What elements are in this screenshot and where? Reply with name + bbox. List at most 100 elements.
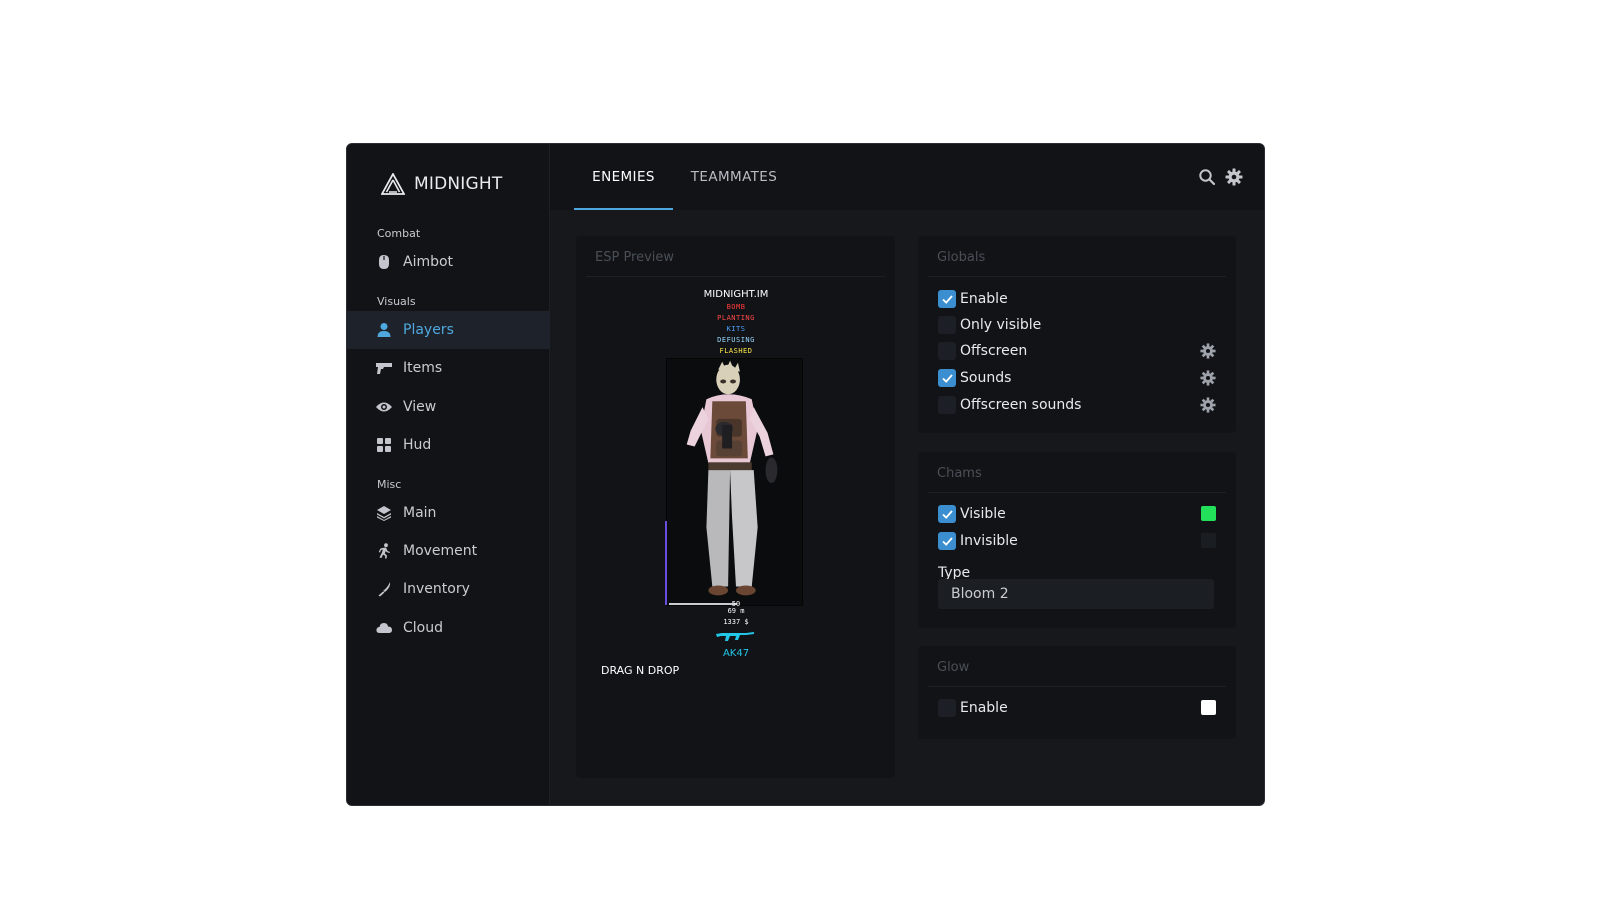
player-model-image	[686, 360, 778, 596]
main-content: ENEMIES TEAMMATES ESP Preview MIDNIGHT.I…	[550, 144, 1264, 805]
option-invisible: Invisible	[938, 531, 1216, 551]
brand: MIDNIGHT	[381, 173, 502, 195]
sidebar-item-label: Items	[403, 360, 443, 376]
midnight-logo-icon	[381, 173, 405, 195]
option-glow-enable: Enable	[938, 698, 1216, 718]
esp-flag-planting: PLANTING	[717, 314, 755, 322]
option-enable: Enable	[938, 289, 1216, 309]
offscreen-sounds-checkbox[interactable]	[938, 396, 956, 414]
option-label: Sounds	[960, 370, 1012, 386]
enable-checkbox[interactable]	[938, 290, 956, 308]
esp-money: 1337 $	[723, 618, 749, 626]
esp-flag-bomb: BOMB	[726, 303, 746, 311]
mouse-icon	[376, 254, 392, 270]
layers-icon	[376, 505, 392, 521]
only-visible-checkbox[interactable]	[938, 316, 956, 334]
option-label: Enable	[960, 700, 1008, 716]
check-icon	[941, 509, 953, 519]
invisible-checkbox[interactable]	[938, 532, 956, 550]
tab-enemies[interactable]: ENEMIES	[574, 144, 673, 210]
running-icon	[376, 543, 392, 559]
visible-checkbox[interactable]	[938, 505, 956, 523]
panel-title: Globals	[937, 250, 986, 265]
sidebar-item-cloud[interactable]: Cloud	[347, 609, 550, 647]
gun-icon	[376, 360, 392, 376]
option-visible: Visible	[938, 504, 1216, 524]
section-label-misc: Misc	[377, 478, 402, 491]
option-label: Enable	[960, 291, 1008, 307]
sidebar-item-main[interactable]: Main	[347, 494, 550, 532]
sounds-checkbox[interactable]	[938, 369, 956, 387]
sidebar: MIDNIGHT Combat Aimbot Visuals Players I…	[347, 144, 550, 805]
sidebar-item-label: Inventory	[403, 581, 470, 597]
grid-icon	[376, 437, 392, 453]
eye-icon	[376, 399, 392, 415]
esp-flag-kits: KITS	[726, 325, 746, 333]
panel-title: Chams	[937, 466, 982, 481]
esp-preview-panel: ESP Preview MIDNIGHT.IM BOMB PLANTING KI…	[576, 236, 895, 778]
glow-enable-checkbox[interactable]	[938, 699, 956, 717]
glow-color-swatch[interactable]	[1201, 700, 1216, 715]
glow-panel: Glow Enable	[918, 646, 1236, 739]
option-only-visible: Only visible	[938, 315, 1216, 335]
brand-name: MIDNIGHT	[414, 174, 503, 194]
top-bar: ENEMIES TEAMMATES	[550, 144, 1264, 210]
sidebar-item-label: Movement	[403, 543, 478, 559]
divider	[928, 276, 1226, 277]
globals-panel: Globals Enable Only visible Offscreen So…	[918, 236, 1236, 433]
sidebar-item-items[interactable]: Items	[347, 349, 550, 387]
esp-player-name: MIDNIGHT.IM	[703, 289, 769, 300]
option-label: Offscreen sounds	[960, 397, 1082, 413]
option-offscreen-sounds: Offscreen sounds	[938, 395, 1216, 415]
esp-bounding-box	[666, 358, 803, 606]
gear-icon[interactable]	[1200, 370, 1216, 386]
check-icon	[941, 294, 953, 304]
gear-icon[interactable]	[1225, 168, 1243, 186]
cloud-icon	[376, 620, 392, 636]
knife-icon	[376, 581, 392, 597]
divider	[928, 492, 1226, 493]
drag-n-drop-label: DRAG N DROP	[601, 664, 680, 677]
option-label: Only visible	[960, 317, 1042, 333]
sidebar-item-label: Cloud	[403, 620, 443, 636]
divider	[928, 686, 1226, 687]
panel-title: Glow	[937, 660, 970, 675]
esp-preview-area[interactable]: MIDNIGHT.IM BOMB PLANTING KITS DEFUSING …	[576, 236, 895, 778]
esp-distance: 69 m	[727, 607, 745, 615]
type-dropdown[interactable]: Bloom 2	[938, 579, 1214, 609]
visible-color-swatch[interactable]	[1201, 506, 1216, 521]
gear-icon[interactable]	[1200, 397, 1216, 413]
option-label: Offscreen	[960, 343, 1028, 359]
chams-panel: Chams Visible Invisible Type Bloom 2	[918, 452, 1236, 628]
ak47-weapon-icon	[716, 632, 754, 641]
invisible-color-swatch[interactable]	[1201, 533, 1216, 548]
esp-flag-defusing: DEFUSING	[717, 336, 755, 344]
offscreen-checkbox[interactable]	[938, 342, 956, 360]
cheat-menu-window: MIDNIGHT Combat Aimbot Visuals Players I…	[346, 143, 1265, 806]
check-icon	[941, 536, 953, 546]
option-label: Invisible	[960, 533, 1018, 549]
sidebar-item-inventory[interactable]: Inventory	[347, 570, 550, 608]
sidebar-item-view[interactable]: View	[347, 388, 550, 426]
section-label-visuals: Visuals	[377, 295, 416, 308]
sidebar-item-hud[interactable]: Hud	[347, 426, 550, 464]
sidebar-item-aimbot[interactable]: Aimbot	[347, 243, 550, 281]
search-icon[interactable]	[1198, 168, 1216, 186]
option-offscreen: Offscreen	[938, 341, 1216, 361]
person-icon	[376, 322, 392, 338]
sidebar-item-label: Main	[403, 505, 437, 521]
sidebar-item-movement[interactable]: Movement	[347, 532, 550, 570]
sidebar-item-players[interactable]: Players	[347, 311, 550, 349]
section-label-combat: Combat	[377, 227, 421, 240]
sidebar-item-label: Aimbot	[403, 254, 454, 270]
gear-icon[interactable]	[1200, 343, 1216, 359]
sidebar-item-label: View	[403, 399, 437, 415]
esp-flag-flashed: FLASHED	[719, 347, 753, 355]
check-icon	[941, 373, 953, 383]
option-label: Visible	[960, 506, 1006, 522]
esp-health-bar	[665, 521, 667, 605]
sidebar-item-label: Hud	[403, 437, 432, 453]
tab-teammates[interactable]: TEAMMATES	[684, 144, 784, 210]
option-sounds: Sounds	[938, 368, 1216, 388]
esp-weapon-name: AK47	[722, 648, 750, 659]
